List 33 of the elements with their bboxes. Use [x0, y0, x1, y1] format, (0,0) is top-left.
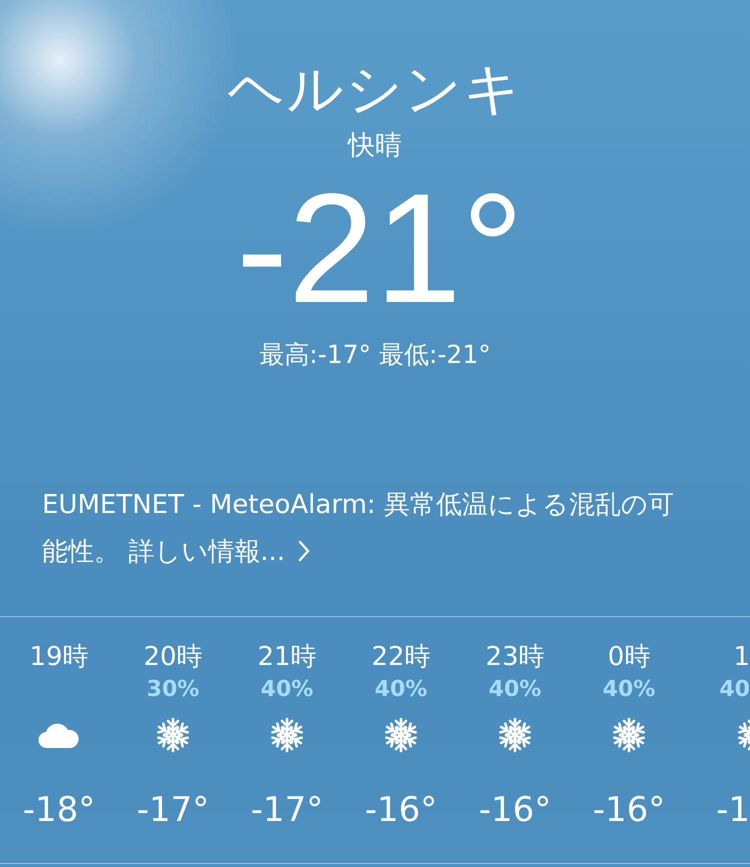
weather-alert-link[interactable]: EUMETNET - MeteoAlarm: 異常低温による混乱の可能性。 詳しい情報... [42, 482, 692, 576]
precipitation-chance: 40% [260, 677, 314, 702]
snowflake-icon [497, 717, 533, 753]
precipitation-chance: 40% [488, 677, 542, 702]
hour-temperature: -16° [478, 789, 552, 832]
hour-label: 23時 [485, 641, 545, 674]
hour-temperature: -18° [22, 789, 96, 832]
hour-label: 20時 [143, 641, 203, 674]
snowflake-icon [383, 717, 419, 753]
precipitation-chance: 40% [602, 677, 656, 702]
cloud-icon [38, 721, 80, 749]
snowflake-icon [269, 717, 305, 753]
hour-label: 21時 [257, 641, 317, 674]
precipitation-chance: 30% [146, 677, 200, 702]
weather-condition: 快晴 [348, 129, 402, 163]
hour-label: 0時 [608, 641, 650, 674]
hour-temperature: -17° [136, 789, 210, 832]
hour-temperature: -16° [592, 789, 666, 832]
hour-temperature: -16° [364, 789, 438, 832]
snowflake-icon [155, 717, 191, 753]
hour-label: 22時 [371, 641, 431, 674]
chevron-right-icon [297, 539, 312, 563]
precipitation-chance: 40 [719, 677, 750, 702]
hour-label: 1 [733, 641, 750, 674]
high-low-temperature: 最高:-17° 最低:-21° [259, 339, 491, 371]
hour-temperature: -1 [716, 789, 750, 832]
hour-temperature: -17° [250, 789, 324, 832]
snowflake-icon [736, 717, 750, 753]
snowflake-icon [611, 717, 647, 753]
hour-label: 19時 [29, 641, 89, 674]
precipitation-chance: 40% [374, 677, 428, 702]
city-name: ヘルシンキ [228, 56, 522, 124]
current-temperature: -21° [236, 164, 524, 334]
